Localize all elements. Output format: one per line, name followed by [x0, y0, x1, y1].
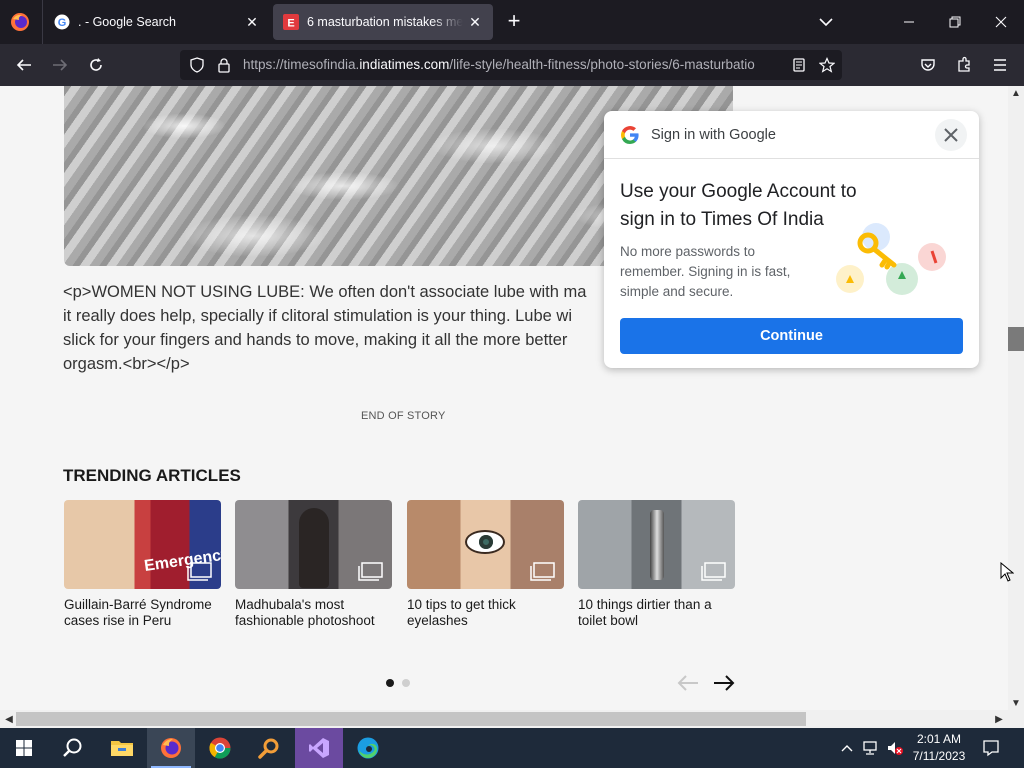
article-title[interactable]: 10 things dirtier than a toilet bowl: [578, 597, 735, 629]
url-path: /life-style/health-fitness/photo-stories…: [449, 57, 755, 72]
forward-arrow-icon[interactable]: [47, 53, 73, 77]
article-thumbnail[interactable]: Emergency: [64, 500, 221, 589]
edge-icon[interactable]: [344, 728, 392, 768]
article-thumbnail[interactable]: [235, 500, 392, 589]
svg-text:G: G: [58, 17, 67, 29]
minimize-window-icon[interactable]: [894, 8, 924, 36]
new-tab-plus-icon[interactable]: +: [502, 10, 526, 34]
close-window-icon[interactable]: [986, 8, 1016, 36]
article-title[interactable]: Guillain-Barré Syndrome cases rise in Pe…: [64, 597, 221, 629]
windows-start-icon[interactable]: [0, 728, 48, 768]
carousel-prev-arrow-icon[interactable]: [676, 672, 700, 694]
gallery-icon: [187, 562, 212, 581]
eye-figure: [465, 530, 505, 554]
browser-tab-bar: G . - Google Search ✕ E 6 masturbation m…: [0, 0, 1024, 44]
back-arrow-icon[interactable]: [11, 53, 37, 77]
search-tool-icon[interactable]: [245, 728, 293, 768]
windows-taskbar: 2:01 AM 7/11/2023: [0, 728, 1024, 768]
svg-text:E: E: [287, 18, 294, 30]
gallery-icon: [530, 562, 555, 581]
system-clock[interactable]: 2:01 AM 7/11/2023: [906, 731, 972, 765]
faucet-figure: [650, 510, 664, 580]
article-thumbnail[interactable]: [578, 500, 735, 589]
bookmark-star-icon[interactable]: [818, 56, 836, 74]
horizontal-scrollbar[interactable]: ◀ ▶: [0, 710, 1024, 728]
address-bar[interactable]: https://timesofindia.indiatimes.com/life…: [180, 50, 842, 80]
clock-time: 2:01 AM: [916, 732, 962, 746]
file-explorer-icon[interactable]: [98, 728, 146, 768]
popup-header-title: Sign in with Google: [651, 127, 776, 143]
tab-title: 6 masturbation mistakes men a: [307, 15, 463, 29]
article-thumbnail[interactable]: [407, 500, 564, 589]
continue-button[interactable]: Continue: [620, 318, 963, 354]
gallery-icon: [701, 562, 726, 581]
trending-card[interactable]: Madhubala's most fashionable photoshoot: [235, 500, 392, 629]
url-prefix: https://timesofindia.: [243, 57, 360, 72]
times-e-icon: E: [283, 14, 299, 30]
extensions-puzzle-icon[interactable]: [951, 53, 977, 77]
lock-icon[interactable]: [215, 56, 233, 74]
carousel-dot[interactable]: [402, 679, 410, 687]
key-illustration-icon: [836, 223, 946, 295]
carousel-dot-active[interactable]: [386, 679, 394, 687]
popup-description: No more passwords to remember. Signing i…: [620, 244, 791, 299]
carousel-next-arrow-icon[interactable]: [712, 672, 736, 694]
volume-muted-icon[interactable]: [886, 739, 904, 757]
article-title[interactable]: 10 tips to get thick eyelashes: [407, 597, 564, 629]
trending-articles-heading: TRENDING ARTICLES: [63, 466, 241, 485]
scroll-down-arrow-icon[interactable]: ▼: [1009, 696, 1023, 710]
network-icon[interactable]: [862, 739, 880, 757]
tab-active-article[interactable]: E 6 masturbation mistakes men a ✕: [273, 4, 493, 40]
trending-card[interactable]: 10 things dirtier than a toilet bowl: [578, 500, 735, 629]
tab-google-search[interactable]: G . - Google Search ✕: [44, 4, 270, 40]
chevron-down-icon[interactable]: [814, 12, 838, 32]
clock-date: 7/11/2023: [912, 749, 966, 763]
woman-figure: [299, 508, 329, 588]
carousel-pagination: [386, 679, 410, 687]
visual-studio-icon[interactable]: [295, 728, 343, 768]
search-icon[interactable]: [48, 728, 96, 768]
scroll-up-arrow-icon[interactable]: ▲: [1009, 86, 1023, 100]
article-title[interactable]: Madhubala's most fashionable photoshoot: [235, 597, 392, 629]
firefox-icon[interactable]: [147, 728, 195, 768]
popup-header: Sign in with Google: [604, 111, 979, 159]
chrome-icon[interactable]: [196, 728, 244, 768]
mouse-cursor-icon: [1000, 562, 1014, 582]
reload-icon[interactable]: [83, 53, 109, 77]
google-sign-in-popup: Sign in with Google Use your Google Acco…: [604, 111, 979, 368]
close-tab-icon[interactable]: ✕: [240, 10, 264, 34]
scroll-right-arrow-icon[interactable]: ▶: [992, 712, 1006, 726]
trending-card[interactable]: 10 tips to get thick eyelashes: [407, 500, 564, 629]
end-of-story-label: END OF STORY: [361, 410, 446, 422]
reader-view-icon[interactable]: [790, 56, 808, 74]
tab-separator: [42, 0, 43, 44]
story-paragraph: <p>WOMEN NOT USING LUBE: We often don't …: [63, 283, 587, 373]
scroll-left-arrow-icon[interactable]: ◀: [2, 712, 16, 726]
restore-window-icon[interactable]: [940, 8, 970, 36]
vertical-scroll-thumb[interactable]: [1008, 327, 1024, 351]
tab-title: . - Google Search: [78, 15, 176, 29]
hamburger-menu-icon[interactable]: [987, 53, 1013, 77]
close-icon[interactable]: [935, 119, 967, 151]
chevron-up-icon[interactable]: [838, 739, 856, 757]
pocket-icon[interactable]: [915, 53, 941, 77]
google-g-icon: G: [54, 14, 70, 30]
browser-toolbar: https://timesofindia.indiatimes.com/life…: [0, 44, 1024, 86]
vertical-scrollbar[interactable]: ▲ ▼: [1008, 86, 1024, 710]
url-text[interactable]: https://timesofindia.indiatimes.com/life…: [243, 57, 783, 72]
trending-card[interactable]: Emergency Guillain-Barré Syndrome cases …: [64, 500, 221, 629]
shield-icon[interactable]: [188, 56, 206, 74]
google-logo-icon: [621, 126, 639, 144]
firefox-icon[interactable]: [10, 12, 30, 32]
notification-icon[interactable]: [982, 739, 1000, 757]
close-tab-icon[interactable]: ✕: [463, 10, 487, 34]
url-domain: indiatimes.com: [359, 57, 450, 72]
horizontal-scroll-thumb[interactable]: [16, 712, 806, 726]
gallery-icon: [358, 562, 383, 581]
